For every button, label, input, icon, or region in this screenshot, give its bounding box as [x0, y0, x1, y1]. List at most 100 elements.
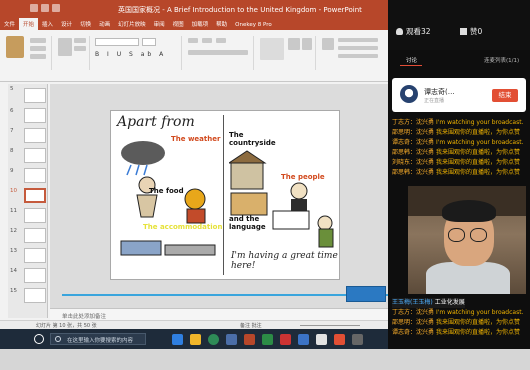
- live-tabs: 讨论 连麦列表(1/1): [388, 56, 530, 66]
- slide-title: Apart from: [117, 114, 195, 130]
- tab-review[interactable]: 审阅: [150, 18, 169, 30]
- chat-text: 我来围观你的直播啦，为你点赞: [436, 149, 521, 156]
- chat-user: 王玉梅(王玉梅): [392, 299, 433, 306]
- chat-message: 谭志奇：沈兴勇 I'm watching your broadcast.: [392, 138, 523, 148]
- quick-access-toolbar: [30, 4, 63, 14]
- text-weather: The weather: [171, 135, 221, 143]
- chat-user: 谭志奇：沈兴勇: [392, 139, 435, 146]
- viewers-value: 32: [421, 27, 431, 36]
- text-people: The people: [281, 173, 325, 181]
- font-group: [92, 36, 182, 70]
- thumbnail[interactable]: [24, 288, 46, 303]
- spreadsheet-icon[interactable]: [262, 334, 273, 345]
- tab-underline: [400, 65, 422, 66]
- viewer-count: 观看32: [396, 26, 431, 37]
- chat-text: 我来围观你的直播啦，为你点赞: [436, 169, 521, 176]
- title-bar: 英国国家概况 - A Brief Introduction to the Uni…: [0, 0, 388, 18]
- viewers-label: 观看: [406, 27, 421, 36]
- tab-animations[interactable]: 动画: [95, 18, 114, 30]
- chat-user: 邵思明：沈兴勇: [392, 319, 435, 326]
- browser-icon[interactable]: [298, 334, 309, 345]
- thumb-number: 12: [10, 228, 17, 234]
- chrome-icon[interactable]: [208, 334, 219, 345]
- slides-group: [54, 36, 90, 70]
- chat-text: 工业化发展: [434, 299, 465, 306]
- thumbnail[interactable]: [24, 148, 46, 163]
- drawing-group: [256, 36, 316, 70]
- tab-insert[interactable]: 插入: [38, 18, 57, 30]
- thumbnail[interactable]: [24, 168, 46, 183]
- like-count: 赞0: [460, 26, 482, 37]
- start-icon[interactable]: [34, 334, 44, 344]
- floating-mini-window[interactable]: [346, 286, 386, 302]
- tab-mic-list[interactable]: 连麦列表(1/1): [484, 56, 519, 64]
- likes-label: 赞: [470, 27, 478, 36]
- save-icon[interactable]: [30, 4, 38, 12]
- chat-user: 刘晓东：沈兴勇: [392, 159, 435, 166]
- thumb-number: 9: [10, 168, 14, 174]
- thumbnail[interactable]: [24, 88, 46, 103]
- taskbar: 在这里输入你要搜索的内容: [0, 329, 388, 349]
- chat-text: 我来围观你的直播啦，为你点赞: [436, 159, 521, 166]
- clipboard-group: [4, 36, 52, 70]
- left-illustrations: [120, 141, 216, 256]
- thumb-number: 14: [10, 268, 17, 274]
- editing-group: [318, 36, 386, 70]
- app-icon[interactable]: [226, 334, 237, 345]
- status-actions[interactable]: 备注 批注: [240, 322, 262, 329]
- settings-icon[interactable]: [316, 334, 327, 345]
- slide[interactable]: Apart from The weather The food The acco…: [110, 110, 340, 280]
- webcam-person-body: [426, 262, 510, 294]
- live-app-icon[interactable]: [334, 334, 345, 345]
- redo-icon[interactable]: [52, 4, 60, 12]
- powerpoint-icon[interactable]: [244, 334, 255, 345]
- tab-discussion[interactable]: 讨论: [406, 56, 417, 64]
- tray-icon[interactable]: [352, 334, 363, 345]
- webcam-feed[interactable]: [408, 186, 526, 294]
- thumb-number: 13: [10, 248, 17, 254]
- chat-message: 丁志方：沈兴勇 I'm watching your broadcast.: [392, 308, 523, 318]
- chat-message: 刘晓东：沈兴勇 我来围观你的直播啦，为你点赞: [392, 158, 520, 168]
- chat-text: 我来围观你的直播啦，为你点赞: [436, 329, 521, 336]
- tab-onekey[interactable]: Onekey 8 Pro: [231, 20, 276, 30]
- tab-file[interactable]: 文件: [0, 18, 19, 30]
- thumbnail[interactable]: [24, 108, 46, 123]
- thumb-number: 15: [10, 288, 17, 294]
- slide-canvas[interactable]: Apart from The weather The food The acco…: [50, 84, 402, 308]
- text-food: The food: [149, 187, 184, 195]
- chat-message: 邵思明：沈兴勇 我来围观你的直播啦，为你点赞: [392, 128, 520, 138]
- tab-addins[interactable]: 加载项: [188, 18, 213, 30]
- folder-icon[interactable]: [190, 334, 201, 345]
- undo-icon[interactable]: [41, 4, 49, 12]
- thumbnail[interactable]: [24, 268, 46, 283]
- tab-home[interactable]: 开始: [19, 18, 39, 30]
- ribbon-tabs: 文件 开始 插入 设计 切换 动画 幻灯片放映 审阅 视图 加载项 帮助 Onekey 8 Pro: [0, 18, 388, 30]
- thumbnail[interactable]: [24, 208, 46, 223]
- tab-slideshow[interactable]: 幻灯片放映: [114, 18, 150, 30]
- thumbnail[interactable]: [24, 248, 46, 263]
- chat-message: 丁志方：沈兴勇 I'm watching your broadcast.: [392, 118, 523, 128]
- thumbnail-selected[interactable]: [24, 188, 46, 203]
- chat-user: 邵思韩：沈兴勇: [392, 149, 435, 156]
- chat-text: I'm watching your broadcast.: [436, 309, 524, 316]
- thumbnail[interactable]: [24, 128, 46, 143]
- edge-icon[interactable]: [172, 334, 183, 345]
- webcam-person-hair: [442, 200, 496, 222]
- chat-message: 谭志奇：沈兴勇 我来围观你的直播啦，为你点赞: [392, 328, 520, 338]
- chat-user: 丁志方：沈兴勇: [392, 309, 435, 316]
- tab-view[interactable]: 视图: [169, 18, 188, 30]
- end-live-button[interactable]: 结束: [492, 89, 518, 102]
- host-status: 正在直播: [424, 98, 445, 104]
- thumbnail[interactable]: [24, 228, 46, 243]
- host-card: 谭志奇(… 正在直播 结束: [392, 78, 526, 112]
- thumb-number: 7: [10, 128, 14, 134]
- taskbar-search-input[interactable]: 在这里输入你要搜索的内容: [50, 333, 146, 345]
- text-language: and the language: [229, 215, 266, 231]
- tab-design[interactable]: 设计: [57, 18, 76, 30]
- tab-transitions[interactable]: 切换: [76, 18, 95, 30]
- notes-pane[interactable]: 单击此处添加备注: [50, 308, 388, 320]
- media-icon[interactable]: [280, 334, 291, 345]
- tab-help[interactable]: 帮助: [212, 18, 231, 30]
- slide-thumbnails[interactable]: 5 6 7 8 9 10 11 12 13 14 15: [8, 84, 48, 318]
- zoom-slider[interactable]: [300, 325, 360, 326]
